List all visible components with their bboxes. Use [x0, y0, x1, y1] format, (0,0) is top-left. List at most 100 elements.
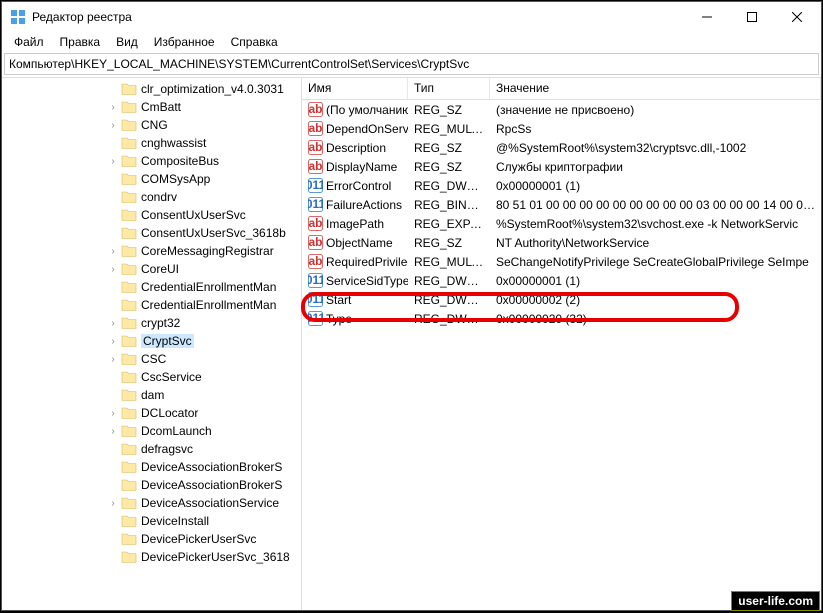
column-type[interactable]: Тип [408, 78, 490, 99]
tree-item[interactable]: cnghwassist [2, 134, 301, 152]
menu-help[interactable]: Справка [223, 33, 286, 51]
expander-icon[interactable] [107, 371, 119, 383]
tree-item[interactable]: condrv [2, 188, 301, 206]
value-icon: ab [308, 254, 323, 269]
expander-icon[interactable] [107, 479, 119, 491]
list-row[interactable]: abDescriptionREG_SZ@%SystemRoot%\system3… [302, 138, 821, 157]
tree-item[interactable]: ›CmBatt [2, 98, 301, 116]
expander-icon[interactable]: › [107, 245, 119, 257]
tree-panel[interactable]: clr_optimization_v4.0.3031›CmBatt›CNGcng… [2, 78, 302, 610]
list-row[interactable]: 011FailureActionsREG_BINARY80 51 01 00 0… [302, 195, 821, 214]
list-row[interactable]: 011StartREG_DWORD0x00000002 (2) [302, 290, 821, 309]
list-row[interactable]: abDependOnServiceREG_MULTI...RpcSs [302, 119, 821, 138]
tree-item[interactable]: CscService [2, 368, 301, 386]
value-data: 80 51 01 00 00 00 00 00 00 00 00 00 03 0… [490, 198, 821, 212]
svg-text:011: 011 [308, 311, 323, 325]
expander-icon[interactable]: › [107, 263, 119, 275]
value-type: REG_SZ [408, 236, 490, 250]
tree-item[interactable]: ConsentUxUserSvc_3618b [2, 224, 301, 242]
list-row[interactable]: abDisplayNameREG_SZСлужбы криптографии [302, 157, 821, 176]
maximize-button[interactable] [729, 3, 774, 32]
tree-item[interactable]: DeviceAssociationBrokerS [2, 458, 301, 476]
expander-icon[interactable] [107, 281, 119, 293]
tree-item[interactable]: ›CoreUI [2, 260, 301, 278]
tree-item[interactable]: DeviceAssociationBrokerS [2, 476, 301, 494]
list-row[interactable]: 011TypeREG_DWORD0x00000020 (32) [302, 309, 821, 328]
menu-edit[interactable]: Правка [52, 33, 109, 51]
expander-icon[interactable] [107, 461, 119, 473]
tree-item[interactable]: ConsentUxUserSvc [2, 206, 301, 224]
value-name: Type [326, 312, 352, 326]
tree-label: CNG [141, 118, 168, 132]
regedit-window: Редактор реестра Файл Правка Вид Избранн… [1, 1, 822, 611]
folder-icon [121, 280, 137, 294]
expander-icon[interactable]: › [107, 335, 119, 347]
folder-icon [121, 226, 137, 240]
menu-file[interactable]: Файл [6, 33, 52, 51]
tree-item[interactable]: DeviceInstall [2, 512, 301, 530]
tree-item[interactable]: COMSysApp [2, 170, 301, 188]
address-bar[interactable]: Компьютер\HKEY_LOCAL_MACHINE\SYSTEM\Curr… [4, 53, 819, 75]
expander-icon[interactable]: › [107, 317, 119, 329]
list-row[interactable]: abRequiredPrivileg...REG_MULTI...SeChang… [302, 252, 821, 271]
svg-text:ab: ab [308, 159, 322, 173]
folder-icon [121, 388, 137, 402]
expander-icon[interactable] [107, 191, 119, 203]
tree-item[interactable]: CredentialEnrollmentMan [2, 278, 301, 296]
value-icon: 011 [308, 178, 323, 193]
expander-icon[interactable]: › [107, 497, 119, 509]
tree-item[interactable]: ›CryptSvc [2, 332, 301, 350]
tree-item[interactable]: DevicePickerUserSvc_3618 [2, 548, 301, 566]
tree-label: DeviceAssociationBrokerS [141, 460, 282, 474]
expander-icon[interactable] [107, 83, 119, 95]
column-value[interactable]: Значение [490, 78, 821, 99]
list-row[interactable]: ab(По умолчанию)REG_SZ(значение не присв… [302, 100, 821, 119]
expander-icon[interactable] [107, 299, 119, 311]
tree-item[interactable]: ›DCLocator [2, 404, 301, 422]
folder-icon [121, 118, 137, 132]
tree-item[interactable]: dam [2, 386, 301, 404]
close-button[interactable] [774, 3, 819, 32]
tree-item[interactable]: › CNG [2, 116, 301, 134]
expander-icon[interactable] [107, 389, 119, 401]
expander-icon[interactable] [107, 227, 119, 239]
expander-icon[interactable] [107, 209, 119, 221]
expander-icon[interactable]: › [107, 119, 119, 131]
expander-icon[interactable]: › [107, 425, 119, 437]
column-name[interactable]: Имя [302, 78, 408, 99]
expander-icon[interactable]: › [107, 101, 119, 113]
expander-icon[interactable]: › [107, 155, 119, 167]
tree-item[interactable]: CredentialEnrollmentMan [2, 296, 301, 314]
tree-item[interactable]: DevicePickerUserSvc [2, 530, 301, 548]
tree-item[interactable]: defragsvc [2, 440, 301, 458]
expander-icon[interactable] [107, 533, 119, 545]
folder-icon [121, 262, 137, 276]
expander-icon[interactable] [107, 515, 119, 527]
titlebar: Редактор реестра [2, 2, 821, 32]
folder-icon [121, 100, 137, 114]
menu-view[interactable]: Вид [108, 33, 146, 51]
tree-item[interactable]: ›crypt32 [2, 314, 301, 332]
folder-icon [121, 244, 137, 258]
tree-item[interactable]: ›DcomLaunch [2, 422, 301, 440]
expander-icon[interactable]: › [107, 407, 119, 419]
tree-item[interactable]: ›CSC [2, 350, 301, 368]
expander-icon[interactable] [107, 173, 119, 185]
tree-item[interactable]: ›DeviceAssociationService [2, 494, 301, 512]
tree-item[interactable]: ›CompositeBus [2, 152, 301, 170]
list-panel: Имя Тип Значение ab(По умолчанию)REG_SZ(… [302, 78, 821, 610]
minimize-button[interactable] [684, 3, 729, 32]
list-row[interactable]: abObjectNameREG_SZNT Authority\NetworkSe… [302, 233, 821, 252]
tree-item[interactable]: clr_optimization_v4.0.3031 [2, 80, 301, 98]
expander-icon[interactable]: › [107, 353, 119, 365]
tree-item[interactable]: ›CoreMessagingRegistrar [2, 242, 301, 260]
expander-icon[interactable] [107, 443, 119, 455]
menu-favorites[interactable]: Избранное [146, 33, 223, 51]
folder-icon [121, 496, 137, 510]
expander-icon[interactable] [107, 137, 119, 149]
list-row[interactable]: 011ErrorControlREG_DWORD0x00000001 (1) [302, 176, 821, 195]
value-name: DependOnService [326, 122, 408, 136]
list-row[interactable]: abImagePathREG_EXPA...%SystemRoot%\syste… [302, 214, 821, 233]
list-row[interactable]: 011ServiceSidTypeREG_DWORD0x00000001 (1) [302, 271, 821, 290]
expander-icon[interactable] [107, 551, 119, 563]
